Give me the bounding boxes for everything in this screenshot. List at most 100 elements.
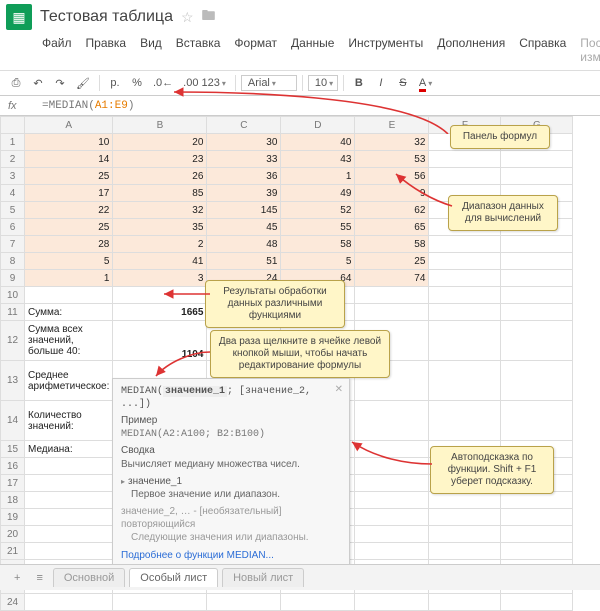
menu-addons[interactable]: Дополнения (437, 36, 505, 64)
cell-B8[interactable]: 41 (113, 253, 207, 270)
menu-tools[interactable]: Инструменты (348, 36, 423, 64)
redo-icon[interactable]: ↷ (50, 75, 70, 92)
row-header-3[interactable]: 3 (1, 168, 25, 185)
median-help-link[interactable]: Подробнее о функции MEDIAN... (121, 550, 274, 561)
cell-E5[interactable]: 62 (355, 202, 429, 219)
menu-view[interactable]: Вид (140, 36, 162, 64)
cell-B5[interactable]: 32 (113, 202, 207, 219)
cell-D4[interactable]: 49 (281, 185, 355, 202)
cell-G9[interactable] (501, 270, 573, 287)
cell-B11[interactable]: 1665 (113, 304, 207, 321)
cell-A14[interactable]: Количество значений: (25, 401, 113, 441)
cell-C8[interactable]: 51 (207, 253, 281, 270)
col-header-A[interactable]: A (25, 117, 113, 134)
cell-A5[interactable]: 22 (25, 202, 113, 219)
undo-icon[interactable]: ↶ (28, 75, 48, 92)
cell-G2[interactable] (501, 151, 573, 168)
cell-D1[interactable]: 40 (281, 134, 355, 151)
menu-format[interactable]: Формат (234, 36, 277, 64)
print-icon[interactable]: ⎙ (6, 75, 26, 92)
cell-A7[interactable]: 28 (25, 236, 113, 253)
cell-D6[interactable]: 55 (281, 219, 355, 236)
add-sheet-button[interactable]: + (8, 569, 26, 587)
tab-new[interactable]: Новый лист (222, 568, 304, 587)
cell-C3[interactable]: 36 (207, 168, 281, 185)
doc-title[interactable]: Тестовая таблица (40, 8, 173, 26)
bold-button[interactable]: B (349, 75, 369, 91)
cell-F9[interactable] (429, 270, 501, 287)
cell-E7[interactable]: 58 (355, 236, 429, 253)
row-header-6[interactable]: 6 (1, 219, 25, 236)
cell-B2[interactable]: 23 (113, 151, 207, 168)
row-header-2[interactable]: 2 (1, 151, 25, 168)
cell-F8[interactable] (429, 253, 501, 270)
cell-C6[interactable]: 45 (207, 219, 281, 236)
all-sheets-button[interactable]: ≡ (30, 569, 48, 587)
cell-B4[interactable]: 85 (113, 185, 207, 202)
cell-B6[interactable]: 35 (113, 219, 207, 236)
paint-format-icon[interactable]: 🖌 (72, 75, 94, 92)
tab-main[interactable]: Основной (53, 568, 125, 587)
cell-E1[interactable]: 32 (355, 134, 429, 151)
row-header-1[interactable]: 1 (1, 134, 25, 151)
row-header-4[interactable]: 4 (1, 185, 25, 202)
cell-A3[interactable]: 25 (25, 168, 113, 185)
increase-decimal-button[interactable]: .00 123▾ (179, 75, 230, 91)
col-header-C[interactable]: C (207, 117, 281, 134)
star-icon[interactable]: ☆ (181, 9, 194, 26)
cell-B3[interactable]: 26 (113, 168, 207, 185)
cell-G7[interactable] (501, 236, 573, 253)
cell-A6[interactable]: 25 (25, 219, 113, 236)
font-size-select[interactable]: 10▾ (308, 75, 338, 91)
cell-A9[interactable]: 1 (25, 270, 113, 287)
row-header-7[interactable]: 7 (1, 236, 25, 253)
cell-D8[interactable]: 5 (281, 253, 355, 270)
cell-E9[interactable]: 74 (355, 270, 429, 287)
cell-F3[interactable] (429, 168, 501, 185)
menu-edit[interactable]: Правка (86, 36, 127, 64)
menu-help[interactable]: Справка (519, 36, 566, 64)
decrease-decimal-button[interactable]: .0← (149, 75, 177, 91)
col-header-E[interactable]: E (355, 117, 429, 134)
row-header-8[interactable]: 8 (1, 253, 25, 270)
cell-F2[interactable] (429, 151, 501, 168)
cell-D5[interactable]: 52 (281, 202, 355, 219)
menu-data[interactable]: Данные (291, 36, 334, 64)
cell-A2[interactable]: 14 (25, 151, 113, 168)
cell-A11[interactable]: Сумма: (25, 304, 113, 321)
cell-A4[interactable]: 17 (25, 185, 113, 202)
cell-C5[interactable]: 145 (207, 202, 281, 219)
cell-A12[interactable]: Сумма всех значений, больше 40: (25, 321, 113, 361)
cell-D3[interactable]: 1 (281, 168, 355, 185)
cell-C1[interactable]: 30 (207, 134, 281, 151)
cell-E6[interactable]: 65 (355, 219, 429, 236)
cell-B1[interactable]: 20 (113, 134, 207, 151)
cell-G3[interactable] (501, 168, 573, 185)
cell-E3[interactable]: 56 (355, 168, 429, 185)
tab-special[interactable]: Особый лист (129, 568, 218, 587)
cell-F7[interactable] (429, 236, 501, 253)
cell-E8[interactable]: 25 (355, 253, 429, 270)
cell-E2[interactable]: 53 (355, 151, 429, 168)
cell-G8[interactable] (501, 253, 573, 270)
cell-D2[interactable]: 43 (281, 151, 355, 168)
col-header-B[interactable]: B (113, 117, 207, 134)
cell-C7[interactable]: 48 (207, 236, 281, 253)
italic-button[interactable]: I (371, 75, 391, 91)
col-header-D[interactable]: D (281, 117, 355, 134)
cell-B9[interactable]: 3 (113, 270, 207, 287)
text-color-button[interactable]: A▾ (415, 75, 436, 91)
cell-A13[interactable]: Среднее арифметическое: (25, 361, 113, 401)
cell-B7[interactable]: 2 (113, 236, 207, 253)
cell-A15[interactable]: Медиана: (25, 441, 113, 458)
currency-button[interactable]: р. (105, 75, 125, 91)
close-icon[interactable]: ✕ (335, 383, 343, 396)
cell-A1[interactable]: 10 (25, 134, 113, 151)
percent-button[interactable]: % (127, 75, 147, 91)
row-header-5[interactable]: 5 (1, 202, 25, 219)
cell-B12[interactable]: 1104 (113, 321, 207, 361)
cell-D7[interactable]: 58 (281, 236, 355, 253)
cell-C4[interactable]: 39 (207, 185, 281, 202)
font-select[interactable]: Arial▾ (241, 75, 297, 91)
menu-insert[interactable]: Вставка (176, 36, 221, 64)
